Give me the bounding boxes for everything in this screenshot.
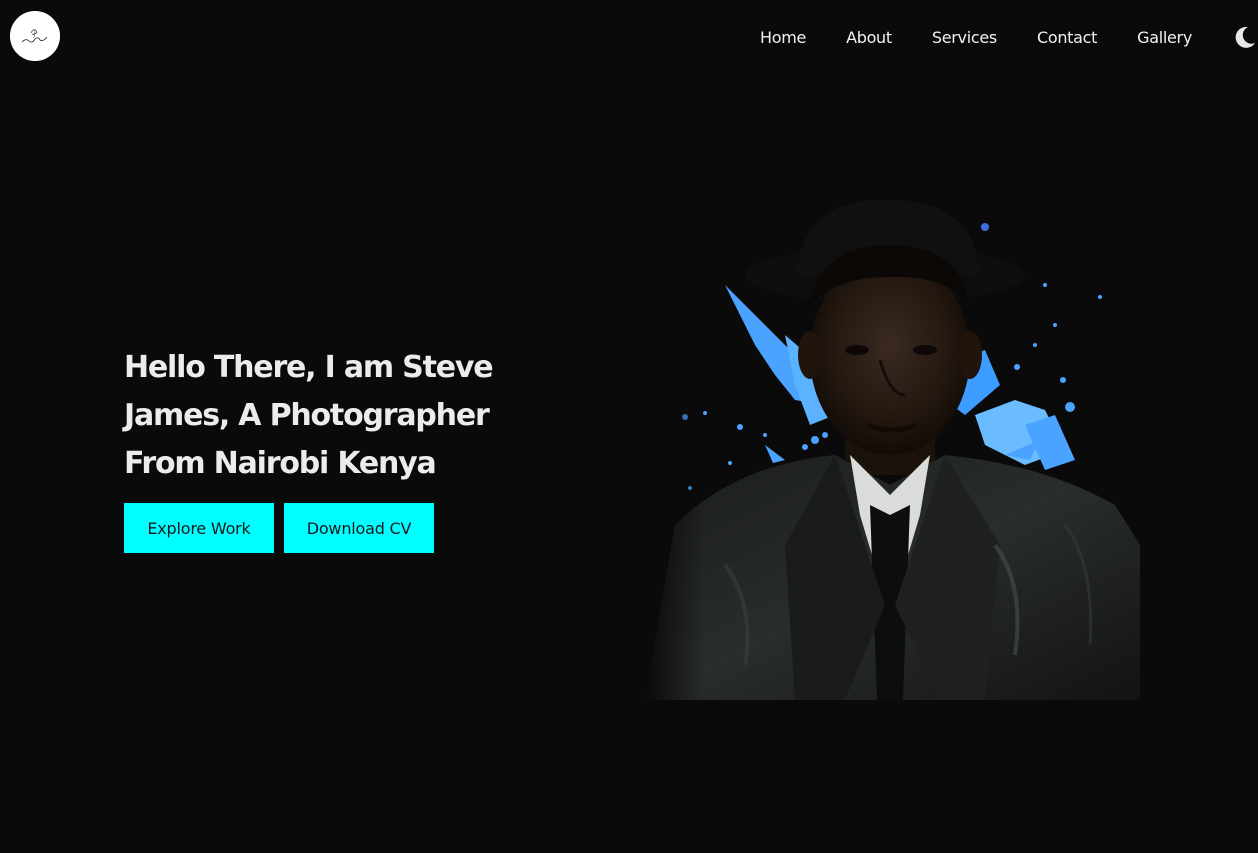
explore-work-button[interactable]: Explore Work — [124, 503, 274, 553]
logo[interactable] — [10, 11, 60, 61]
nav-gallery-link[interactable]: Gallery — [1137, 28, 1192, 47]
nav-home-link[interactable]: Home — [760, 28, 806, 47]
download-cv-button[interactable]: Download CV — [284, 503, 434, 553]
site-header: Home About Services Contact Gallery — [0, 0, 1258, 78]
moon-icon — [1235, 26, 1255, 48]
theme-toggle-button[interactable] — [1233, 25, 1257, 49]
nav-contact-link[interactable]: Contact — [1037, 28, 1097, 47]
nav-services-link[interactable]: Services — [932, 28, 997, 47]
nav-about-link[interactable]: About — [846, 28, 892, 47]
signature-logo-icon — [10, 11, 60, 61]
hero-portrait-image — [645, 185, 1140, 700]
hero-heading: Hello There, I am Steve James, A Photogr… — [124, 350, 494, 481]
portrait-illustration — [645, 185, 1140, 700]
page: Home About Services Contact Gallery Hell… — [0, 0, 1258, 853]
main-nav: Home About Services Contact Gallery — [740, 28, 1212, 47]
